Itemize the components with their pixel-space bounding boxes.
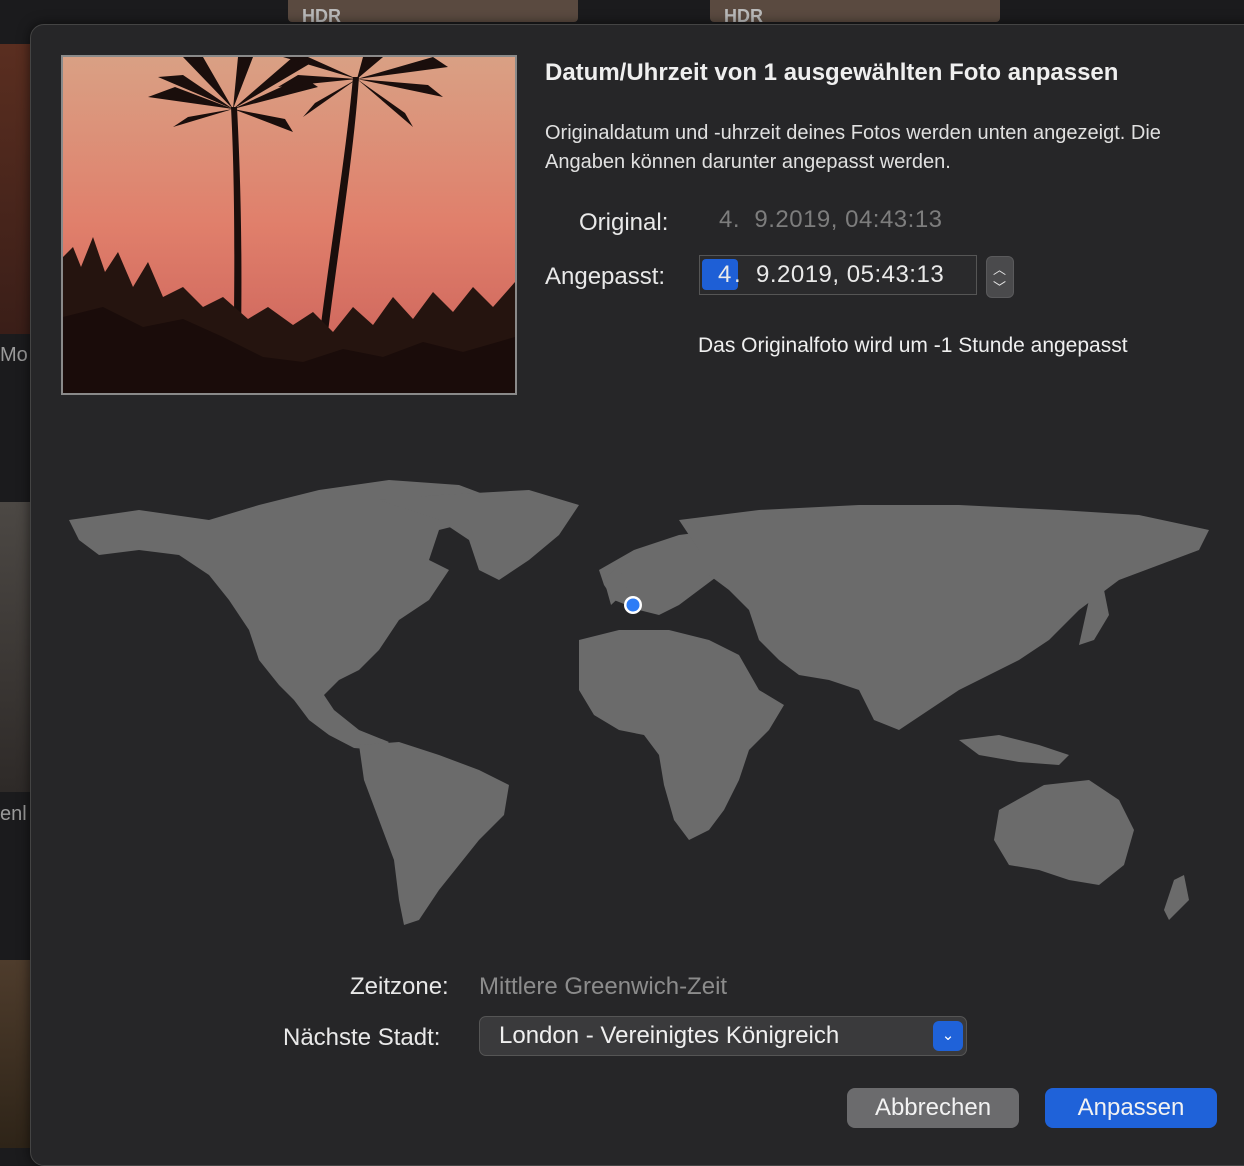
chevron-down-icon[interactable]: ⌄ [933, 1021, 963, 1051]
adjusted-day-value[interactable]: 4 [718, 261, 732, 289]
stepper-up-icon[interactable]: ︿ [993, 259, 1006, 278]
background-label: enl [0, 803, 27, 825]
city-label: Nächste Stadt: [283, 1024, 441, 1051]
cancel-button[interactable]: Abbrechen [847, 1088, 1019, 1128]
adjusted-label: Angepasst: [545, 263, 666, 290]
nearest-city-value: London - Vereinigtes Königreich [499, 1022, 840, 1049]
photo-thumbnail [61, 55, 517, 395]
date-separator: . [734, 261, 742, 288]
location-marker-dot [626, 598, 640, 612]
background-photo-tile: HDR [288, 0, 578, 26]
datetime-stepper[interactable]: ︿ ﹀ [986, 256, 1014, 298]
world-map[interactable] [59, 480, 1219, 930]
adjust-button[interactable]: Anpassen [1045, 1088, 1217, 1128]
background-label: Mo [0, 344, 28, 366]
background-photo-strip [0, 502, 30, 792]
dialog-description: Originaldatum und -uhrzeit deines Fotos … [545, 122, 1161, 173]
timezone-value: Mittlere Greenwich-Zeit [479, 973, 728, 1000]
stepper-down-icon[interactable]: ﹀ [993, 277, 1006, 296]
sunset-palm-image [63, 57, 515, 393]
adjustment-note: Das Originalfoto wird um -1 Stunde angep… [698, 334, 1128, 357]
original-label: Original: [579, 209, 669, 236]
background-photo-strip [0, 44, 30, 334]
adjust-date-time-dialog: Datum/Uhrzeit von 1 ausgewählten Foto an… [30, 24, 1244, 1166]
background-photo-tile: HDR [710, 0, 1000, 26]
original-datetime-value: 4. 9.2019, 04:43:13 [719, 206, 943, 233]
nearest-city-select[interactable]: London - Vereinigtes Königreich ⌄ [479, 1016, 967, 1056]
dialog-title: Datum/Uhrzeit von 1 ausgewählten Foto an… [545, 59, 1119, 86]
adjusted-datetime-rest[interactable]: 9.2019, 05:43:13 [756, 261, 944, 289]
timezone-label: Zeitzone: [350, 973, 449, 1000]
background-photo-strip [0, 960, 30, 1148]
adjusted-datetime-field[interactable]: 4 . 9.2019, 05:43:13 [699, 255, 977, 295]
